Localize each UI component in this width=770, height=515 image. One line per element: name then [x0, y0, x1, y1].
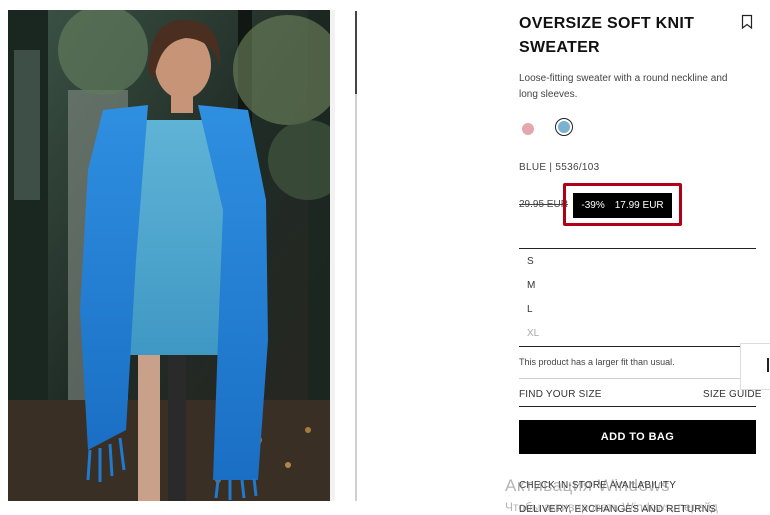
side-panel-tab[interactable] — [740, 343, 770, 390]
product-description: Loose-fitting sweater with a round neckl… — [519, 73, 728, 100]
find-your-size-link[interactable]: FIND YOUR SIZE — [519, 389, 602, 400]
product-image[interactable] — [8, 10, 335, 501]
color-swatch-pink[interactable] — [522, 123, 534, 135]
add-to-bag-button[interactable]: ADD TO BAG — [519, 420, 756, 454]
price-highlight-box — [563, 183, 682, 226]
size-option-l[interactable]: L — [527, 304, 533, 315]
color-code: BLUE | 5536/103 — [519, 162, 600, 173]
size-list-divider-top — [519, 248, 756, 249]
windows-activation-watermark-title: Активация Windows — [505, 476, 671, 495]
size-option-xl[interactable]: XL — [527, 328, 539, 339]
gallery-scrollbar-thumb[interactable] — [355, 11, 357, 94]
bookmark-icon[interactable] — [741, 14, 753, 30]
old-price: 29.95 EUR — [519, 199, 568, 210]
side-panel-handle-icon[interactable] — [767, 358, 769, 372]
color-swatch-blue[interactable] — [558, 121, 570, 133]
links-divider — [519, 406, 756, 407]
size-option-s[interactable]: S — [527, 256, 534, 267]
fit-note-divider — [519, 378, 756, 379]
product-title: OVERSIZE SOFT KNIT SWEATER — [519, 15, 695, 56]
size-list-divider-bottom — [519, 346, 756, 347]
size-option-m[interactable]: M — [527, 280, 535, 291]
size-guide-link[interactable]: SIZE GUIDE — [703, 389, 762, 400]
fit-note: This product has a larger fit than usual… — [519, 357, 675, 367]
